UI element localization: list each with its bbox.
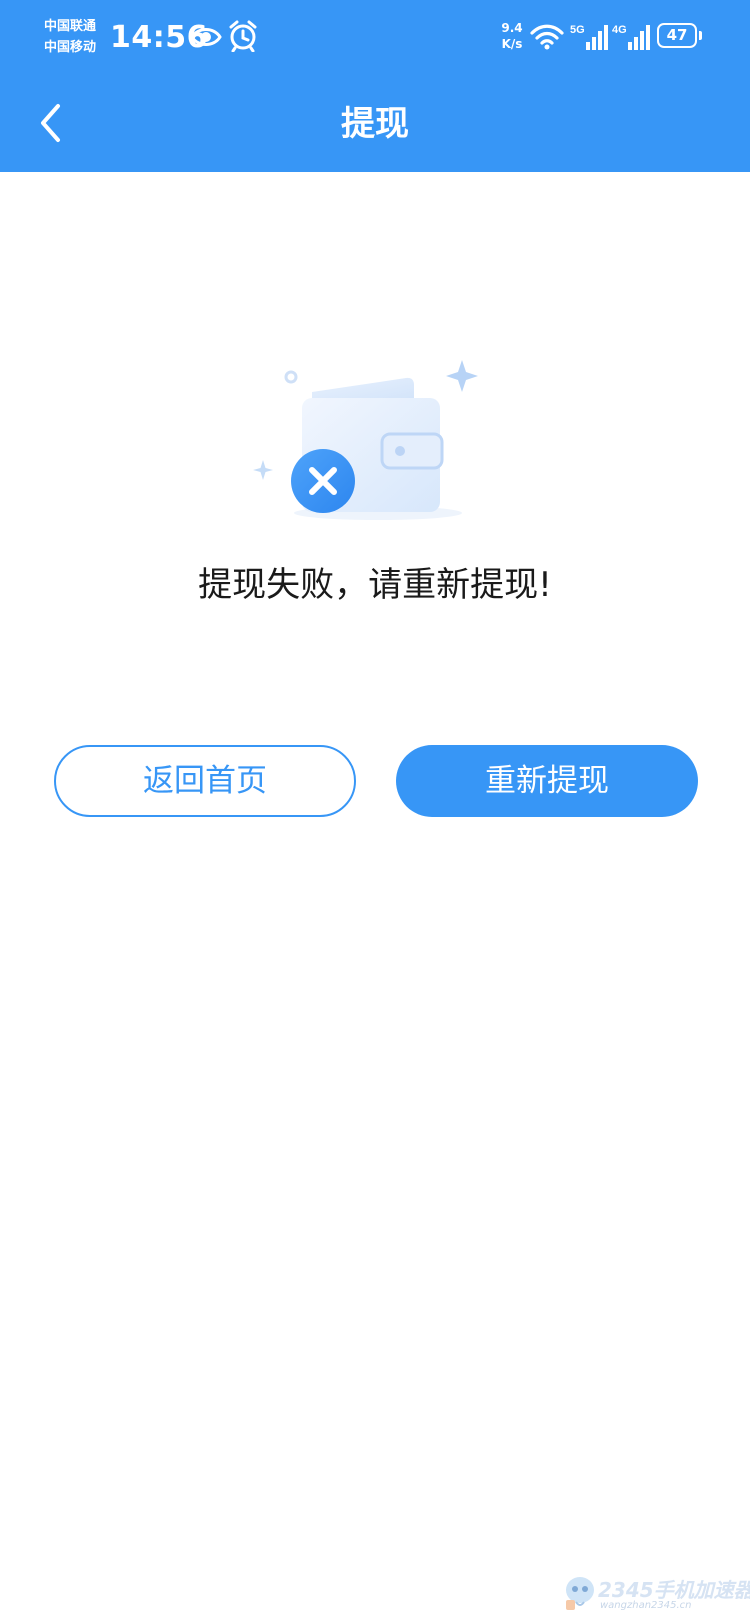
signal-5g-label: 5G: [570, 24, 585, 36]
battery-icon: 47: [657, 23, 702, 48]
status-bar: 中国联通 中国移动 14:56 9.4 K/s 5G 4G 47: [0, 0, 750, 76]
chevron-left-icon[interactable]: [34, 100, 68, 146]
net-speed: 9.4 K/s: [496, 20, 528, 52]
watermark: 2345手机加速器 wangzhan2345.cn: [562, 1572, 750, 1622]
watermark-url: wangzhan2345.cn: [600, 1600, 692, 1611]
wifi-icon: [530, 24, 564, 50]
watermark-brand: 2345手机加速器: [598, 1578, 750, 1602]
signal-4g-label: 4G: [612, 24, 627, 36]
eye-icon: [190, 28, 222, 46]
carrier-1: 中国联通: [44, 19, 97, 34]
alarm-icon: [229, 20, 257, 52]
mascot-icon: [566, 1577, 594, 1610]
carrier-2: 中国移动: [44, 40, 97, 55]
back-home-button[interactable]: 返回首页: [54, 745, 356, 817]
signal-5g-icon: 5G: [570, 24, 608, 50]
carriers: 中国联通 中国移动: [44, 16, 96, 58]
battery-level: 47: [666, 26, 688, 44]
signal-4g-icon: 4G: [612, 24, 650, 50]
page-title: 提现: [341, 104, 409, 144]
wallet-failed-icon: [253, 360, 478, 520]
net-speed-value: 9.4: [501, 21, 523, 35]
nav-bar: 提现: [0, 76, 750, 172]
retry-withdraw-button[interactable]: 重新提现: [396, 745, 698, 817]
net-speed-unit: K/s: [501, 37, 523, 51]
result-message: 提现失败，请重新提现!: [198, 565, 552, 605]
header: 中国联通 中国移动 14:56 9.4 K/s 5G 4G 47 提现: [0, 0, 750, 172]
